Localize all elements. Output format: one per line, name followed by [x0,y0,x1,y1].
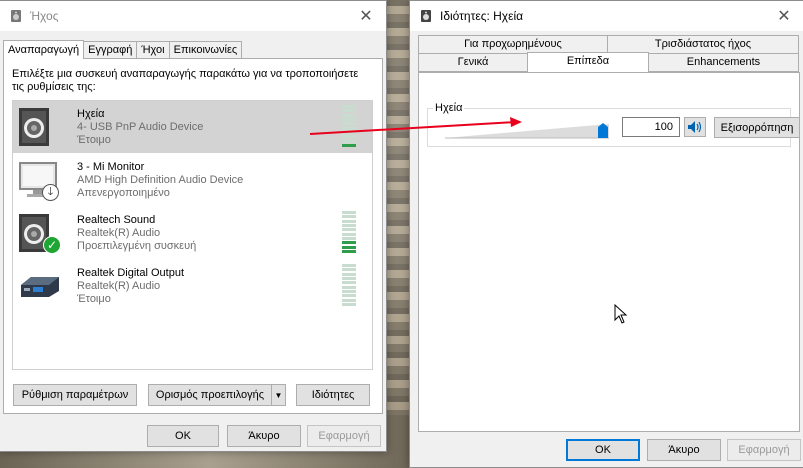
annotation-arrow [309,117,522,135]
tab-playback[interactable]: Αναπαραγωγή [3,40,85,59]
mouse-cursor-icon [614,304,628,324]
tab-levels[interactable]: Επίπεδα [527,52,649,72]
